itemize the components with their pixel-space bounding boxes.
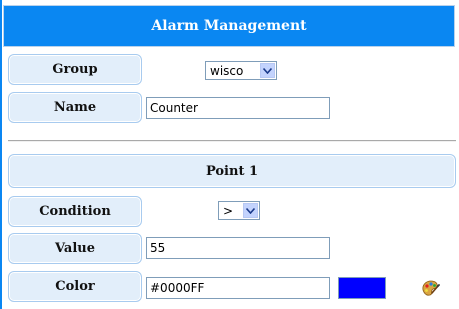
chevron-down-icon[interactable] [243,203,258,218]
alarm-management-form: Alarm Management Group wisco Name Counte… [0,0,459,309]
value-label: Value [55,241,95,256]
value-input[interactable]: 55 [146,237,330,259]
color-label: Color [55,279,95,294]
left-border-rule [0,0,2,309]
form-title: Alarm Management [3,5,455,47]
group-select[interactable]: wisco [205,61,277,80]
name-input-value: Counter [150,101,198,115]
group-label: Group [52,62,98,77]
name-input[interactable]: Counter [146,97,330,119]
value-label-cell: Value [8,233,142,264]
group-select-value: wisco [210,63,244,78]
section-divider [8,140,456,142]
chevron-down-icon[interactable] [260,63,275,78]
form-title-text: Alarm Management [151,18,307,34]
condition-label-cell: Condition [8,196,142,227]
condition-select[interactable]: > [218,201,260,220]
name-label-cell: Name [8,92,142,123]
name-label: Name [53,100,97,115]
group-label-cell: Group [8,54,142,85]
value-input-value: 55 [150,241,166,255]
color-swatch [338,277,386,299]
point-section-header: Point 1 [8,154,456,188]
color-input[interactable]: #0000FF [146,277,330,299]
color-label-cell: Color [8,271,142,302]
condition-select-value: > [223,203,234,218]
palette-icon[interactable] [420,278,440,298]
color-input-value: #0000FF [150,281,205,295]
condition-label: Condition [39,204,111,219]
point-title: Point 1 [205,163,259,179]
